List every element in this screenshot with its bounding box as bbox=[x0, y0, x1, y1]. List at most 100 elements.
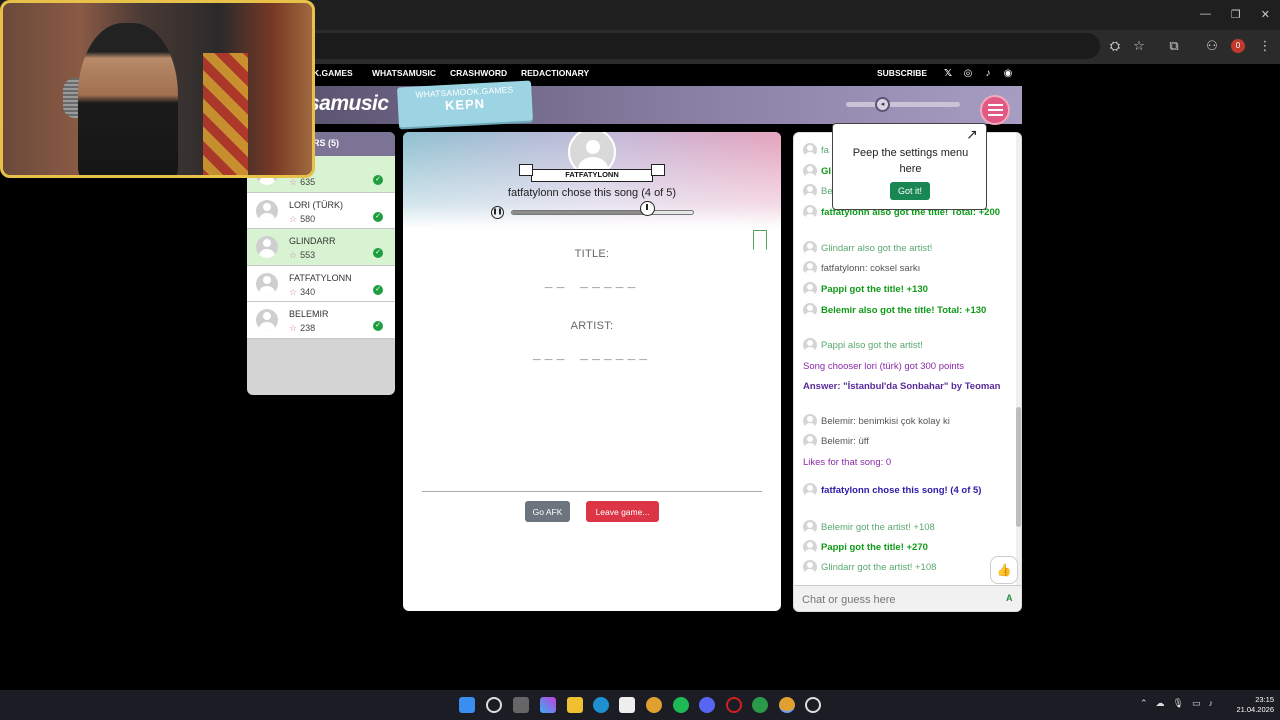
chat-message-text: Belemir: üff bbox=[821, 436, 869, 447]
obs-icon[interactable] bbox=[805, 697, 821, 713]
chat-message: Belemir got the artist! +108 bbox=[803, 520, 1008, 536]
chat-message-text: Pappi got the title! +130 bbox=[821, 284, 928, 295]
settings-tooltip: ↗ Peep the settings menu here Got it! bbox=[832, 123, 987, 210]
divider bbox=[422, 491, 762, 492]
player-score: ☆ 580 bbox=[289, 214, 315, 225]
chat-message-text: Belemir: benimkisi çok kolay ki bbox=[821, 416, 950, 427]
discord-icon[interactable] bbox=[699, 697, 715, 713]
volume-icon[interactable]: ◂ bbox=[875, 97, 890, 112]
star-icon: ☆ bbox=[289, 177, 298, 187]
title-label: TITLE: bbox=[574, 248, 610, 260]
twitter-icon[interactable]: 𝕏 bbox=[942, 68, 954, 80]
star-icon[interactable]: ☆ bbox=[1130, 37, 1148, 55]
webcam-overlay bbox=[0, 0, 315, 178]
search-icon[interactable] bbox=[486, 697, 502, 713]
nav-link-whatsamusic[interactable]: WHATSAMUSIC bbox=[372, 68, 436, 78]
nav-link-redactionary[interactable]: REDACTIONARY bbox=[521, 68, 589, 78]
discord-icon[interactable]: ◉ bbox=[1002, 68, 1014, 80]
pause-icon[interactable]: ❚❚ bbox=[491, 206, 504, 219]
chat-message-text: Answer: "İstanbul'da Sonbahar" by Teoman bbox=[803, 381, 1001, 392]
chevron-up-icon[interactable]: ⌃ bbox=[1140, 698, 1148, 709]
close-icon[interactable]: ✕ bbox=[1261, 8, 1270, 21]
leave-game-button[interactable]: Leave game... bbox=[586, 501, 659, 522]
minimize-icon[interactable]: — bbox=[1200, 8, 1211, 21]
chat-message-text: Song chooser lori (türk) got 300 points bbox=[803, 361, 965, 372]
chrome-icon[interactable] bbox=[646, 697, 662, 713]
send-icon[interactable]: A bbox=[1006, 593, 1013, 603]
go-afk-button[interactable]: Go AFK bbox=[525, 501, 570, 522]
nav-link-crashword[interactable]: CRASHWORD bbox=[450, 68, 507, 78]
check-icon: ✓ bbox=[373, 321, 383, 331]
profile-icon[interactable]: ⚇ bbox=[1203, 37, 1221, 55]
chat-message: Answer: "İstanbul'da Sonbahar" by Teoman bbox=[803, 379, 1008, 395]
restore-icon[interactable]: ❐ bbox=[1231, 8, 1241, 21]
bookmark-icon[interactable] bbox=[753, 230, 767, 250]
like-icon[interactable]: 👍 bbox=[990, 556, 1018, 584]
player-name: BELEMIR bbox=[289, 309, 329, 319]
address-bar[interactable] bbox=[300, 33, 1100, 59]
extensions-icon[interactable]: ⧉ bbox=[1165, 37, 1183, 55]
chat-avatar bbox=[803, 520, 817, 535]
chat-message-text: Likes for that song: 0 bbox=[803, 457, 892, 468]
clock[interactable]: 23:15 21.04.2026 bbox=[1228, 695, 1274, 715]
file-explorer-icon[interactable] bbox=[567, 697, 583, 713]
star-icon: ☆ bbox=[289, 286, 298, 297]
menu-icon[interactable]: ⋮ bbox=[1256, 37, 1274, 55]
chat-avatar bbox=[803, 338, 817, 353]
window-controls: — ❐ ✕ bbox=[1200, 8, 1270, 21]
chat-message-text: Belemir also got the title! Total: +130 bbox=[821, 305, 987, 316]
chat-message-text: Pappi also got the artist! bbox=[821, 340, 923, 351]
network-icon[interactable]: ▭ bbox=[1192, 698, 1201, 709]
player-row: LORI (TÜRK) ☆ 580 ✓ bbox=[247, 192, 395, 229]
copilot-icon[interactable] bbox=[540, 697, 556, 713]
volume-icon[interactable]: ♪ bbox=[1209, 698, 1214, 709]
chat-avatar bbox=[803, 241, 817, 256]
cloud-icon[interactable]: ☁ bbox=[1156, 698, 1165, 709]
artist-blanks: ___ ______ bbox=[532, 346, 652, 361]
player-score-value: 635 bbox=[300, 177, 316, 187]
vpn-icon[interactable] bbox=[752, 697, 768, 713]
opera-icon[interactable] bbox=[726, 697, 742, 713]
chat-avatar bbox=[803, 483, 817, 498]
player-name: FATFATYLONN bbox=[289, 272, 352, 283]
social-links: 𝕏 ◎ ♪ ◉ bbox=[942, 68, 1014, 80]
task-view-icon[interactable] bbox=[513, 697, 529, 713]
site-nav: K.GAMES WHATSAMUSIC CRASHWORD REDACTIONA… bbox=[300, 68, 1020, 82]
notification-badge[interactable]: 0 bbox=[1231, 39, 1245, 53]
windows-start-icon[interactable] bbox=[459, 697, 475, 713]
title-blanks: __ _____ bbox=[544, 274, 640, 289]
artist-label: ARTIST: bbox=[570, 320, 614, 332]
check-icon: ✓ bbox=[373, 175, 383, 185]
nav-link-games[interactable]: K.GAMES bbox=[313, 68, 353, 78]
mic-icon[interactable]: 🎙 bbox=[1173, 698, 1184, 709]
player-row: GLINDARR ☆ 553 ✓ bbox=[247, 229, 395, 266]
arrow-up-right-icon: ↗ bbox=[966, 126, 978, 142]
chat-message: fatfatylonn: coksel sarkı bbox=[803, 261, 1008, 277]
chooser-name-ribbon: FATFATYLONN bbox=[519, 164, 665, 182]
tiktok-icon[interactable]: ♪ bbox=[982, 68, 994, 80]
chat-avatar bbox=[803, 303, 817, 318]
chat-input[interactable] bbox=[802, 591, 997, 609]
settings-menu-button[interactable] bbox=[980, 95, 1010, 125]
got-it-button[interactable]: Got it! bbox=[890, 182, 930, 200]
edge-icon[interactable] bbox=[593, 697, 609, 713]
chat-avatar bbox=[803, 164, 817, 179]
chat-message: Belemir: benimkisi çok kolay ki bbox=[803, 414, 1008, 430]
volume-slider[interactable] bbox=[846, 102, 960, 107]
site-logo[interactable]: samusic bbox=[308, 92, 389, 116]
chat-scrollbar-thumb[interactable] bbox=[1016, 407, 1021, 527]
chat-message-text: fatfatylonn chose this song! (4 of 5) bbox=[821, 485, 982, 496]
chat-avatar bbox=[803, 414, 817, 429]
spotify-icon[interactable] bbox=[673, 697, 689, 713]
chrome-active-icon[interactable] bbox=[779, 697, 795, 713]
timer-icon bbox=[640, 201, 655, 216]
chat-avatar bbox=[803, 434, 817, 449]
store-icon[interactable] bbox=[619, 697, 635, 713]
chat-input-bar: A bbox=[794, 585, 1021, 611]
chat-message-text: Pappi got the title! +270 bbox=[821, 542, 928, 553]
subscribe-link[interactable]: SUBSCRIBE bbox=[877, 68, 927, 78]
instagram-icon[interactable]: ◎ bbox=[962, 68, 974, 80]
translate-icon[interactable]: ⛭ bbox=[1106, 37, 1124, 55]
tooltip-text: Peep the settings menu here bbox=[852, 147, 969, 175]
chat-avatar bbox=[803, 540, 817, 555]
